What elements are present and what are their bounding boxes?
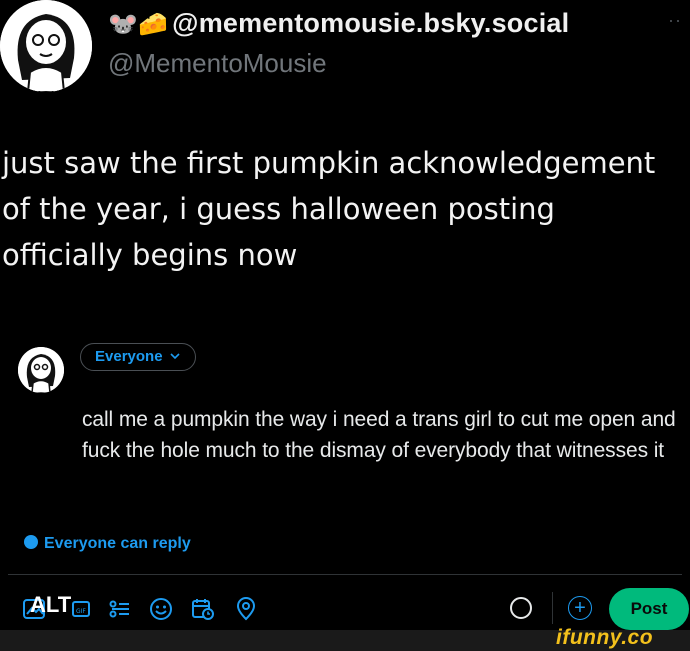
add-post-button[interactable]: + [568,596,592,620]
ellipsis-icon[interactable]: ·· [668,10,682,31]
audience-label: Everyone [95,348,163,365]
compose-textarea[interactable]: call me a pumpkin the way i need a trans… [82,404,682,466]
reply-setting-label: Everyone can reply [44,535,191,552]
svg-text:GIF: GIF [76,608,86,615]
author-display-name[interactable]: 🐭🧀 @mementomousie.bsky.social [108,8,569,39]
schedule-icon[interactable] [190,596,216,622]
alt-text-label: ALT [30,592,72,617]
post-text: just saw the first pumpkin acknowledgeme… [2,146,656,272]
post-button[interactable]: Post [609,588,689,630]
emoji-icon[interactable] [148,596,174,622]
gif-icon[interactable]: GIF [70,596,96,622]
divider [8,574,682,575]
reply-setting-button[interactable]: Everyone can reply [24,535,191,553]
ifunny-watermark: ifunny.co [556,626,654,649]
poll-icon[interactable] [108,596,134,622]
author-avatar[interactable] [0,0,92,92]
audience-selector[interactable]: Everyone [80,343,196,371]
character-count-ring [510,597,532,619]
toolbar-divider [552,592,553,624]
compose-avatar[interactable] [18,347,64,393]
location-icon[interactable] [233,596,259,622]
chevron-down-icon [167,348,181,365]
author-handle[interactable]: @MementoMousie [108,48,327,79]
globe-icon [24,535,38,549]
display-name-text: @mementomousie.bsky.social [172,8,570,38]
mouse-cheese-emoji: 🐭🧀 [108,11,169,38]
